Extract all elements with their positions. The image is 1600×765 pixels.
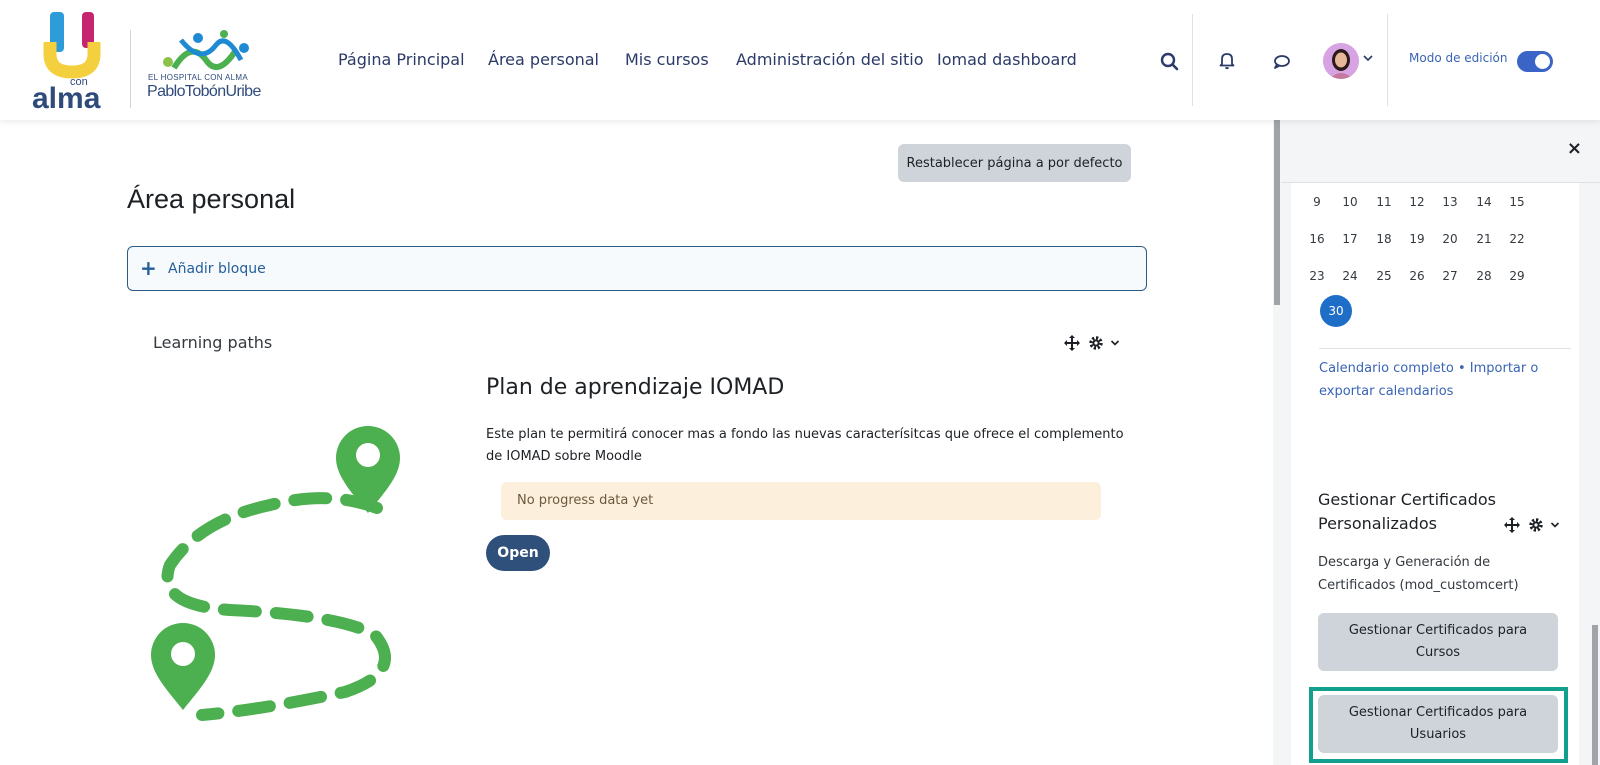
logo-divider bbox=[130, 30, 131, 108]
calendar-day[interactable]: 11 bbox=[1367, 195, 1401, 209]
edit-mode-toggle[interactable] bbox=[1517, 51, 1553, 72]
calendar-links: Calendario completo • Importar o exporta… bbox=[1319, 357, 1569, 403]
chevron-down-icon[interactable] bbox=[1362, 52, 1374, 64]
calendar-divider bbox=[1319, 348, 1571, 349]
svg-text:alma: alma bbox=[32, 82, 101, 112]
move-icon[interactable] bbox=[1504, 517, 1520, 533]
nav-my-courses[interactable]: Mis cursos bbox=[625, 50, 709, 69]
gear-icon[interactable] bbox=[1088, 335, 1104, 351]
calendar-day[interactable]: 12 bbox=[1400, 195, 1434, 209]
chevron-down-icon[interactable] bbox=[1110, 338, 1120, 348]
calendar-day[interactable]: 15 bbox=[1500, 195, 1534, 209]
close-icon[interactable]: × bbox=[1567, 138, 1582, 159]
plus-icon: + bbox=[140, 256, 157, 280]
certificates-description: Descarga y Generación de Certificados (m… bbox=[1318, 555, 1519, 593]
calendar-day[interactable]: 29 bbox=[1500, 269, 1534, 283]
calendar-day[interactable]: 18 bbox=[1367, 232, 1401, 246]
page-title: Área personal bbox=[127, 184, 296, 214]
header-divider-2 bbox=[1387, 14, 1388, 106]
bell-icon[interactable] bbox=[1215, 48, 1239, 72]
nav-personal-area[interactable]: Área personal bbox=[488, 50, 599, 69]
link-separator: • bbox=[1453, 361, 1470, 376]
drawer-scrollbar[interactable] bbox=[1590, 120, 1600, 765]
calendar-day[interactable]: 16 bbox=[1300, 232, 1334, 246]
message-icon[interactable] bbox=[1270, 50, 1294, 74]
calendar-today[interactable]: 30 bbox=[1320, 295, 1352, 327]
learning-path-illustration bbox=[151, 426, 400, 721]
drawer-scrollbar-thumb[interactable] bbox=[1592, 625, 1598, 765]
calendar-day[interactable]: 24 bbox=[1333, 269, 1367, 283]
search-icon[interactable] bbox=[1158, 50, 1182, 74]
u-con-alma-logo[interactable]: con alma bbox=[30, 12, 116, 112]
calendar-day[interactable]: 27 bbox=[1433, 269, 1467, 283]
edit-mode-label: Modo de edición bbox=[1409, 51, 1508, 65]
calendar-week-row: 9 10 11 12 13 14 15 bbox=[1310, 195, 1550, 215]
calendar-day[interactable]: 25 bbox=[1367, 269, 1401, 283]
chevron-down-icon[interactable] bbox=[1550, 520, 1560, 530]
calendar-day[interactable]: 17 bbox=[1333, 232, 1367, 246]
calendar-day[interactable]: 26 bbox=[1400, 269, 1434, 283]
calendar-day[interactable]: 9 bbox=[1300, 195, 1334, 209]
reset-page-button[interactable]: Restablecer página a por defecto bbox=[898, 144, 1131, 182]
toggle-knob bbox=[1535, 54, 1550, 69]
user-avatar[interactable] bbox=[1323, 43, 1359, 79]
gear-icon[interactable] bbox=[1528, 517, 1544, 533]
open-button[interactable]: Open bbox=[486, 535, 550, 571]
main-content: Restablecer página a por defecto Área pe… bbox=[0, 120, 1273, 765]
calendar-day[interactable]: 19 bbox=[1400, 232, 1434, 246]
add-block-button[interactable]: + Añadir bloque bbox=[127, 246, 1147, 291]
progress-text: No progress data yet bbox=[517, 493, 654, 508]
plan-description: Este plan te permitirá conocer mas a fon… bbox=[486, 427, 1124, 464]
highlight-frame bbox=[1309, 687, 1568, 763]
nav-site-admin[interactable]: Administración del sitio bbox=[736, 50, 924, 69]
move-icon[interactable] bbox=[1064, 335, 1080, 351]
nav-iomad-dashboard[interactable]: Iomad dashboard bbox=[937, 50, 1077, 69]
calendar-week-row: 16 17 18 19 20 21 22 bbox=[1309, 232, 1550, 252]
calendar-day[interactable]: 28 bbox=[1467, 269, 1501, 283]
add-block-label: Añadir bloque bbox=[168, 261, 266, 277]
hospital-name: PabloTobónUribe bbox=[147, 83, 261, 100]
calendar-block bbox=[1291, 183, 1579, 503]
calendar-day[interactable]: 21 bbox=[1467, 232, 1501, 246]
learning-paths-block-title: Learning paths bbox=[153, 333, 273, 352]
calendar-day[interactable]: 22 bbox=[1500, 232, 1534, 246]
calendar-day[interactable]: 23 bbox=[1300, 269, 1334, 283]
progress-notice: No progress data yet bbox=[501, 482, 1101, 520]
calendar-day[interactable]: 10 bbox=[1333, 195, 1367, 209]
hospital-tagline: EL HOSPITAL CON ALMA bbox=[148, 73, 248, 82]
main-scrollbar-thumb[interactable] bbox=[1274, 120, 1280, 305]
block-controls bbox=[1064, 335, 1124, 355]
calendar-day[interactable]: 14 bbox=[1467, 195, 1501, 209]
top-navbar: con alma EL HOSPITAL CON ALMA PabloTobón… bbox=[0, 0, 1600, 120]
avatar-portrait-icon bbox=[1323, 43, 1359, 79]
block-controls bbox=[1504, 517, 1564, 537]
certificates-block-title: Gestionar Certificados Personalizados bbox=[1318, 490, 1496, 533]
manage-course-certificates-button[interactable]: Gestionar Certificados para Cursos bbox=[1318, 613, 1558, 671]
calendar-week-row: 23 24 25 26 27 28 29 bbox=[1309, 269, 1550, 289]
full-calendar-link[interactable]: Calendario completo bbox=[1319, 361, 1454, 376]
plan-title: Plan de aprendizaje IOMAD bbox=[486, 375, 785, 400]
calendar-day[interactable]: 13 bbox=[1433, 195, 1467, 209]
calendar-day[interactable]: 20 bbox=[1433, 232, 1467, 246]
main-scrollbar[interactable] bbox=[1273, 120, 1281, 765]
header-divider bbox=[1192, 14, 1193, 106]
nav-home[interactable]: Página Principal bbox=[338, 50, 465, 69]
